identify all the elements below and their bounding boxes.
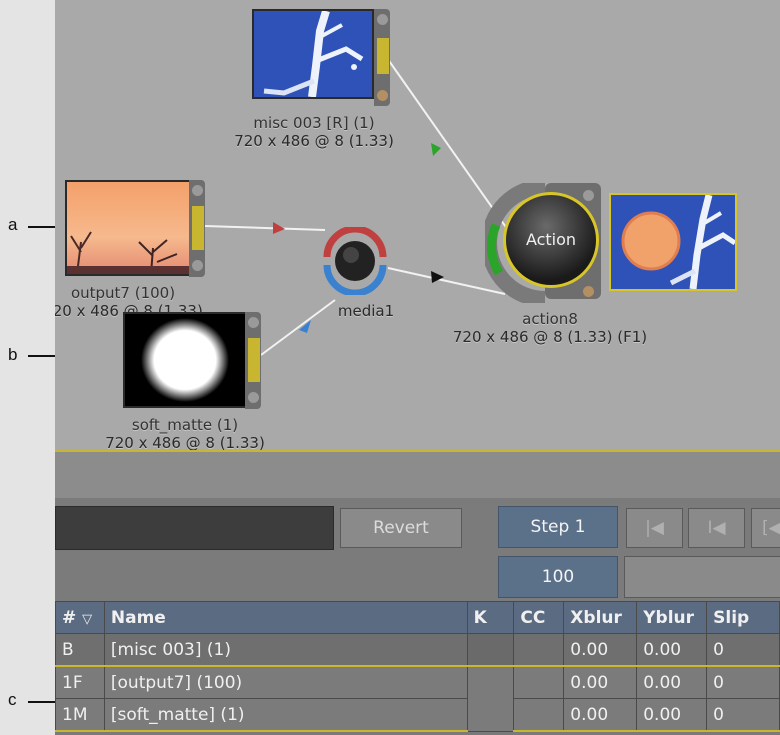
row-name: [soft_matte] (1) <box>103 698 468 732</box>
media1-label: media1 <box>337 302 395 320</box>
misc-003-resolution: 720 x 486 @ 8 (1.33) <box>234 132 394 150</box>
misc-003-top-socket[interactable] <box>377 14 388 25</box>
table-row[interactable]: 1M [soft_matte] (1) 0.00 0.00 0 <box>55 698 780 732</box>
row-xblur[interactable]: 0.00 <box>563 633 638 667</box>
soft-matte-output-tab[interactable] <box>248 338 260 382</box>
wire-back-arrow <box>431 143 441 156</box>
triangle-down-icon[interactable]: ▽ <box>82 612 92 627</box>
soft-matte-resolution: 720 x 486 @ 8 (1.33) <box>105 434 265 450</box>
table-header-row: # ▽ Name K CC Xblur Yblur Slip <box>55 601 780 634</box>
media-list-table: # ▽ Name K CC Xblur Yblur Slip B [misc 0… <box>55 601 780 732</box>
row-cc[interactable] <box>513 698 565 732</box>
output7-thumbnail <box>65 180 193 276</box>
row-yblur[interactable]: 0.00 <box>636 698 708 732</box>
misc-003-bottom-socket[interactable] <box>377 90 388 101</box>
output7-top-socket[interactable] <box>192 185 203 196</box>
revert-button[interactable]: Revert <box>340 508 462 548</box>
row-name: [misc 003] (1) <box>103 633 468 667</box>
callout-a-line <box>28 226 55 228</box>
row-name: [output7] (100) <box>103 665 468 699</box>
schematic-view[interactable]: misc 003 [R] (1) 720 x 486 @ 8 (1.33) ou… <box>55 0 780 450</box>
row-slip[interactable]: 0 <box>706 633 780 667</box>
previous-button[interactable]: [◀ <box>751 508 780 548</box>
row-yblur[interactable]: 0.00 <box>636 633 708 667</box>
column-k[interactable]: K <box>466 601 515 634</box>
wire-output-arrow <box>431 271 444 283</box>
soft-matte-label: soft_matte (1) 720 x 486 @ 8 (1.33) <box>95 416 275 450</box>
action-button[interactable]: Action <box>503 192 599 288</box>
callout-b: b <box>8 345 18 364</box>
step-button[interactable]: Step 1 <box>498 506 618 548</box>
go-to-start-button[interactable]: |◀ <box>626 508 683 548</box>
misc-003-thumbnail <box>252 9 374 99</box>
column-yblur[interactable]: Yblur <box>636 601 708 634</box>
soft-matte-thumbnail <box>123 312 249 408</box>
row-cc[interactable] <box>513 665 565 699</box>
callout-c: c <box>8 690 17 709</box>
wire-front[interactable] <box>204 225 326 231</box>
misc-003-output-tab[interactable] <box>377 38 389 74</box>
column-xblur[interactable]: Xblur <box>563 601 638 634</box>
soft-matte-top-socket[interactable] <box>248 317 259 328</box>
row-xblur[interactable]: 0.00 <box>563 665 638 699</box>
row-cc[interactable] <box>513 633 565 667</box>
action8-top-socket[interactable] <box>583 190 594 201</box>
action8-name: action8 <box>522 310 578 328</box>
row-number: 1F <box>55 665 105 699</box>
misc-003-label: misc 003 [R] (1) 720 x 486 @ 8 (1.33) <box>201 114 427 150</box>
column-name[interactable]: Name <box>103 601 468 634</box>
output7-output-tab[interactable] <box>192 206 204 250</box>
table-row[interactable]: 1F [output7] (100) 0.00 0.00 0 <box>55 665 780 732</box>
wire-front-arrow <box>273 222 285 234</box>
callout-c-line <box>28 701 55 703</box>
frame-slider[interactable] <box>624 556 780 598</box>
row-number: B <box>55 633 105 667</box>
row-xblur[interactable]: 0.00 <box>563 698 638 732</box>
row-k[interactable] <box>466 665 515 732</box>
schematic-status-band <box>55 452 780 498</box>
column-number[interactable]: # ▽ <box>55 601 105 634</box>
soft-matte-name: soft_matte (1) <box>131 416 239 434</box>
row-slip[interactable]: 0 <box>706 665 780 699</box>
row-yblur[interactable]: 0.00 <box>636 665 708 699</box>
figure-margin: a b c <box>0 0 55 735</box>
callout-b-line <box>28 355 55 357</box>
media1-icon <box>323 227 387 295</box>
column-slip[interactable]: Slip <box>706 601 780 634</box>
callout-a: a <box>8 215 18 234</box>
row-number: 1M <box>55 698 105 732</box>
output7-bottom-socket[interactable] <box>192 260 203 271</box>
misc-003-name: misc 003 [R] (1) <box>253 114 375 132</box>
batch-editor: misc 003 [R] (1) 720 x 486 @ 8 (1.33) ou… <box>55 0 780 735</box>
step-back-button[interactable]: I◀ <box>688 508 745 548</box>
action8-resolution: 720 x 486 @ 8 (1.33) (F1) <box>452 328 648 346</box>
row-slip[interactable]: 0 <box>706 698 780 732</box>
frame-field[interactable]: 100 <box>498 556 618 598</box>
column-number-label: # <box>62 607 77 628</box>
output7-name: output7 (100) <box>70 284 176 302</box>
action8-label: action8 720 x 486 @ 8 (1.33) (F1) <box>420 310 680 346</box>
media-toolbar: Revert Step 1 |◀ I◀ [◀ 100 <box>55 498 780 601</box>
soft-matte-bottom-socket[interactable] <box>248 392 259 403</box>
row-k[interactable] <box>466 633 515 667</box>
table-row[interactable]: B [misc 003] (1) 0.00 0.00 0 <box>55 633 780 667</box>
media-name-field[interactable] <box>55 506 334 550</box>
column-cc[interactable]: CC <box>513 601 565 634</box>
action8-bottom-socket[interactable] <box>583 286 594 297</box>
action8-thumbnail <box>609 193 737 291</box>
